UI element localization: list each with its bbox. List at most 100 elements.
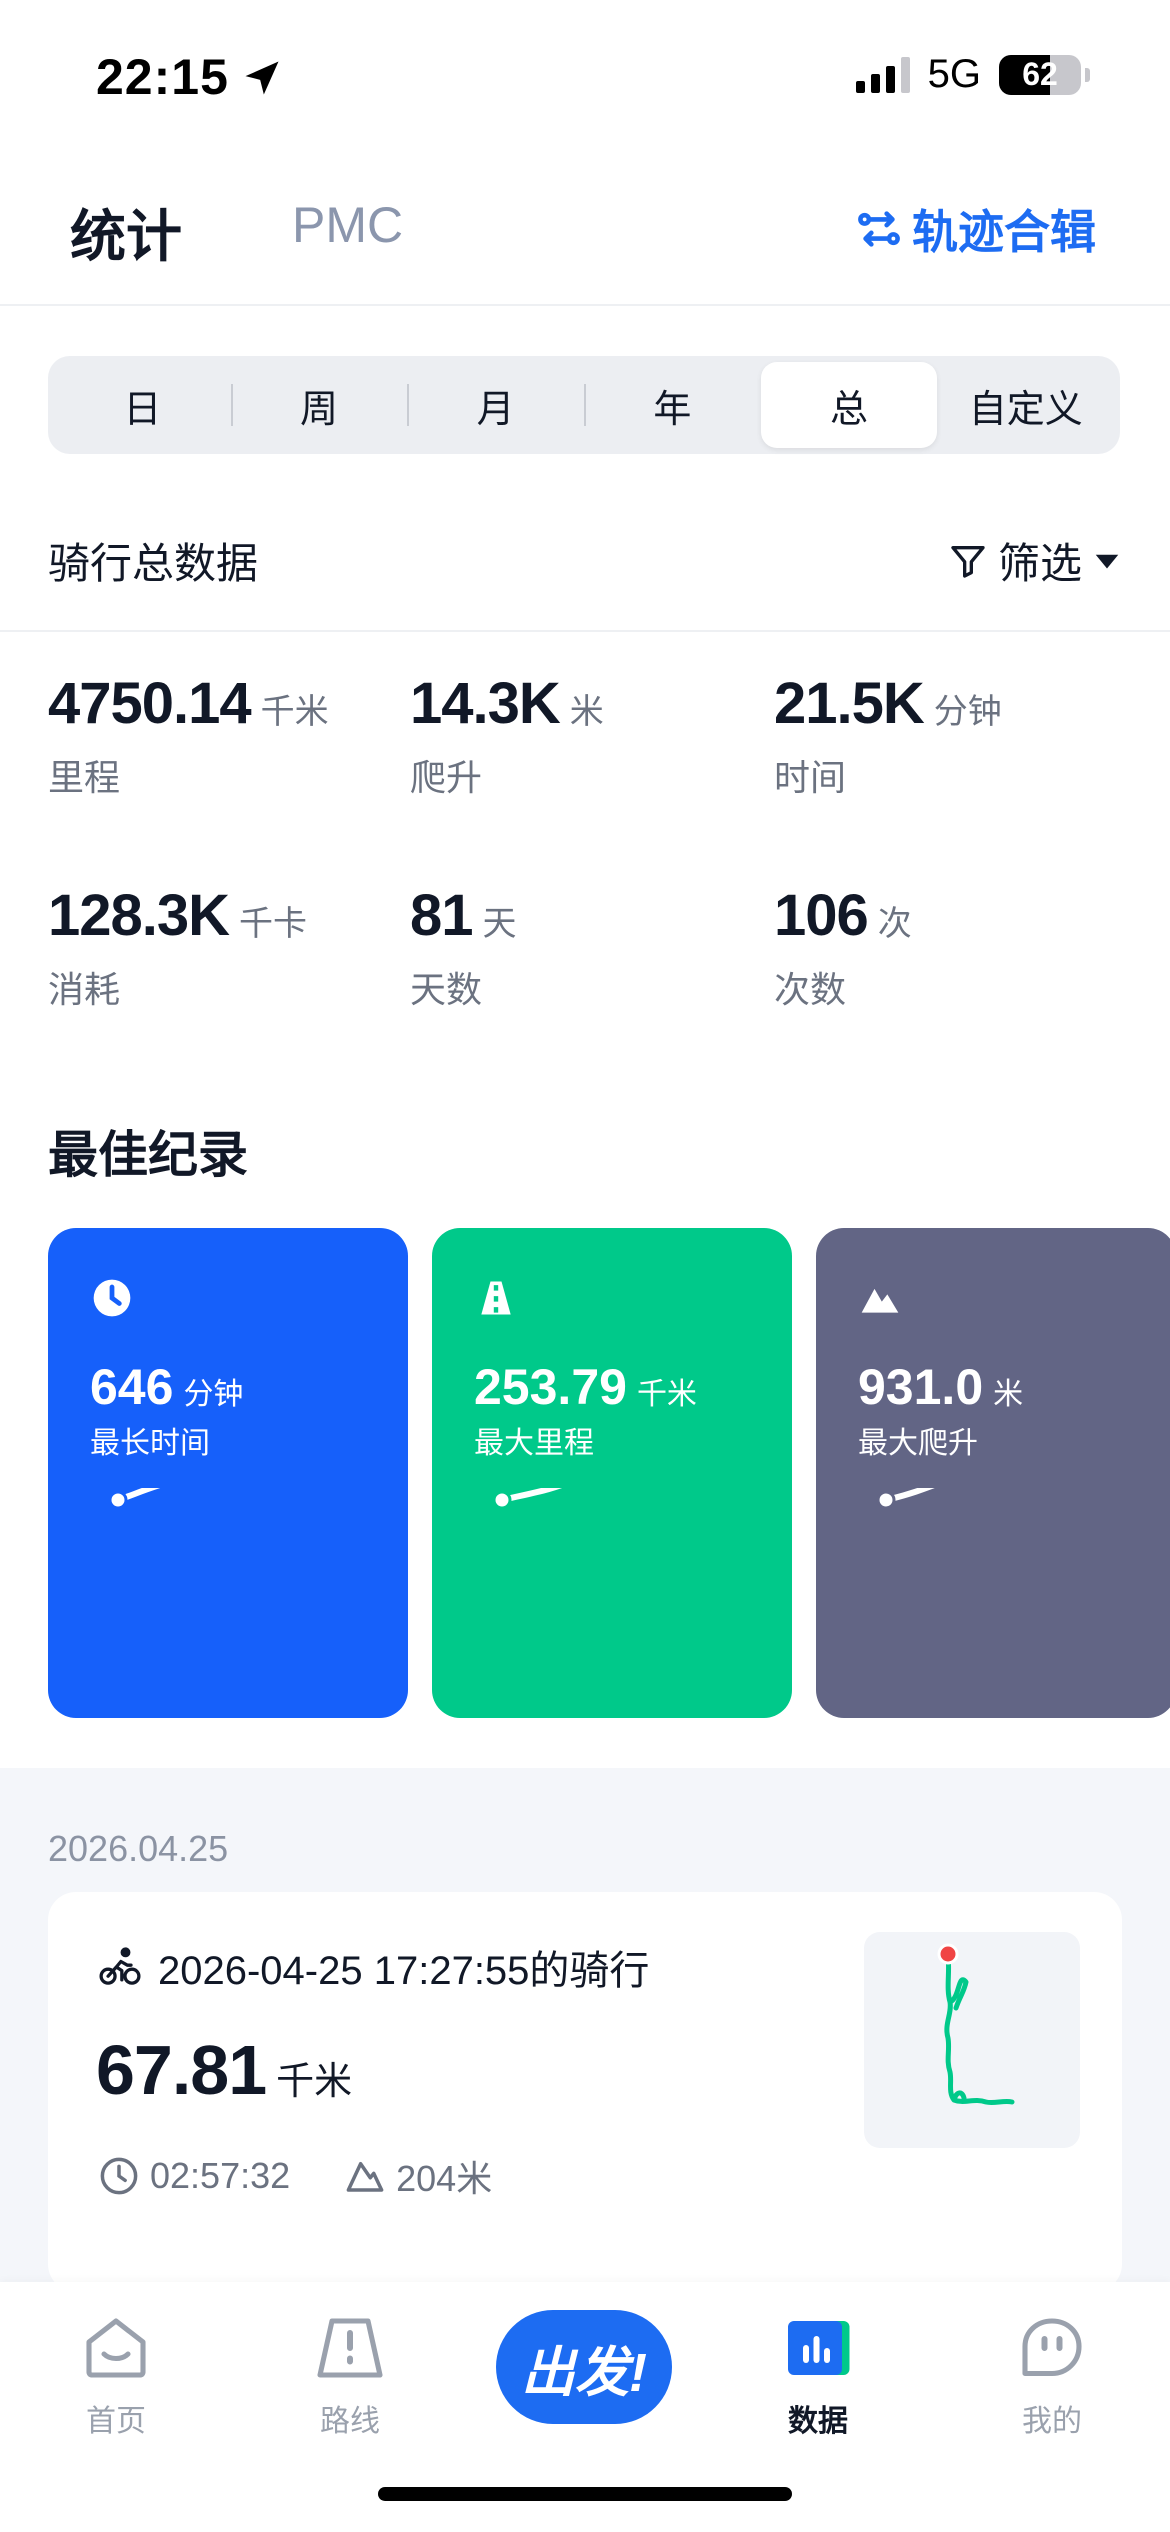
tab-pmc[interactable]: PMC (292, 196, 403, 254)
best-unit: 米 (993, 1378, 1024, 1411)
stat-value: 21.5K (774, 671, 925, 736)
stat-label: 里程 (48, 757, 121, 798)
status-bar: 22:15 5G 62 (0, 0, 1170, 150)
stat-unit: 次 (877, 905, 912, 943)
best-unit: 千米 (636, 1378, 697, 1411)
tab-data-label: 数据 (788, 2405, 848, 2438)
network-type: 5G (927, 52, 981, 96)
best-card-max-distance[interactable]: 253.79 千米 最大里程 (432, 1228, 792, 1718)
battery-icon: 62 (999, 54, 1081, 95)
activity-duration: 02:57:32 (98, 2155, 290, 2197)
clock-outline-icon (100, 2157, 138, 2195)
status-indicators: 5G 62 (855, 52, 1090, 97)
activity-title-row: 2026-04-25 17:27:55的骑行 (98, 1938, 649, 1996)
battery-level: 62 (1022, 56, 1058, 92)
stat-count: 106 次 次数 (774, 882, 1134, 1013)
best-value: 646 (90, 1359, 174, 1415)
stat-unit: 千米 (260, 693, 329, 731)
status-time: 22:15 (96, 49, 229, 105)
stat-value: 4750.14 (48, 671, 252, 736)
activity-elevation-value: 204米 (396, 2158, 493, 2199)
tab-home-label: 首页 (86, 2405, 146, 2438)
stat-unit: 千卡 (239, 905, 308, 943)
stat-distance: 4750.14 千米 里程 (48, 670, 408, 801)
activity-distance-unit: 千米 (276, 2061, 353, 2103)
home-icon (86, 2318, 146, 2378)
top-header: 统计 PMC 轨迹合辑 (0, 150, 1170, 306)
tab-mine[interactable]: 我的 (972, 2312, 1132, 2440)
best-card-max-climb[interactable]: 931.0 米 最大爬升 (816, 1228, 1170, 1718)
battery-cap (1085, 67, 1090, 82)
activity-distance-value: 67.81 (96, 2031, 267, 2109)
best-records-list: 646 分钟 最长时间 253.79 千米 最大里程 931.0 米 最大爬升 (48, 1228, 1170, 1718)
tab-route[interactable]: 路线 (270, 2312, 430, 2440)
segment-year[interactable]: 年 (584, 362, 761, 448)
activity-elevation: 204米 (344, 2150, 492, 2202)
track-collection-button[interactable]: 轨迹合辑 (856, 196, 1096, 262)
stat-value: 106 (774, 883, 869, 948)
stat-value: 14.3K (410, 671, 561, 736)
route-map-icon (937, 1943, 1015, 2106)
profile-face-icon (1022, 2318, 1082, 2377)
road-icon (481, 1281, 511, 1315)
clock-icon (93, 1279, 131, 1317)
stat-calories: 128.3K 千卡 消耗 (48, 882, 408, 1013)
best-unit: 分钟 (183, 1378, 244, 1411)
segment-day[interactable]: 日 (54, 362, 231, 448)
stat-value: 81 (410, 883, 474, 948)
best-value: 253.79 (474, 1359, 627, 1415)
swap-icon (858, 211, 900, 247)
caret-down-icon (1095, 554, 1119, 568)
cyclist-icon (99, 1947, 141, 1985)
segment-custom[interactable]: 自定义 (937, 362, 1114, 448)
tab-home[interactable]: 首页 (36, 2312, 196, 2440)
stat-climb: 14.3K 米 爬升 (410, 670, 770, 801)
stat-label: 次数 (774, 969, 847, 1010)
tab-route-label: 路线 (320, 2405, 380, 2438)
stat-unit: 米 (569, 693, 604, 731)
segment-week[interactable]: 周 (230, 362, 408, 448)
stat-unit: 天 (482, 905, 517, 943)
home-indicator (378, 2487, 792, 2501)
go-button[interactable]: 出发! (496, 2310, 672, 2424)
tab-mine-label: 我的 (1022, 2405, 1082, 2438)
trend-sparkline (876, 1488, 935, 1510)
activity-card[interactable]: 2026-04-25 17:27:55的骑行 67.81 千米 02:57:32… (48, 1892, 1122, 2292)
stat-unit: 分钟 (933, 693, 1002, 731)
segment-total[interactable]: 总 (760, 362, 938, 448)
stat-label: 天数 (410, 969, 483, 1010)
stat-value: 128.3K (48, 883, 230, 948)
mountain-outline-icon (346, 2162, 384, 2192)
summary-header: 骑行总数据 筛选 (0, 500, 1170, 632)
summary-title: 骑行总数据 (48, 540, 259, 587)
stat-label: 时间 (774, 757, 847, 798)
best-card-longest-time[interactable]: 646 分钟 最长时间 (48, 1228, 408, 1718)
stat-time: 21.5K 分钟 时间 (774, 670, 1134, 801)
mountain-icon (861, 1288, 899, 1313)
filter-button[interactable]: 筛选 (948, 530, 1122, 591)
activity-duration-value: 02:57:32 (150, 2155, 291, 2196)
cellular-signal-icon (855, 56, 910, 93)
activity-distance: 67.81 千米 (96, 2030, 352, 2110)
activity-meta: 02:57:32 204米 (98, 2150, 492, 2202)
trend-sparkline (108, 1488, 220, 1510)
route-thumbnail[interactable] (864, 1932, 1080, 2148)
stat-label: 消耗 (48, 969, 121, 1010)
stat-days: 81 天 天数 (410, 882, 770, 1013)
tab-stats[interactable]: 统计 (70, 192, 182, 273)
segment-month[interactable]: 月 (407, 362, 584, 448)
trend-sparkline (492, 1488, 580, 1510)
location-arrow-icon (245, 61, 279, 95)
best-label: 最大爬升 (858, 1427, 978, 1460)
tab-data[interactable]: 数据 (738, 2312, 898, 2440)
activity-title: 2026-04-25 17:27:55的骑行 (158, 1949, 650, 1993)
best-label: 最长时间 (90, 1427, 210, 1460)
funnel-icon (951, 545, 985, 578)
filter-label: 筛选 (997, 540, 1082, 587)
best-value: 931.0 (858, 1359, 984, 1415)
track-collection-label: 轨迹合辑 (912, 206, 1096, 258)
road-sign-icon (317, 2318, 383, 2378)
bar-chart-icon (788, 2321, 850, 2375)
best-records-title: 最佳纪录 (48, 1127, 248, 1183)
stat-label: 爬升 (410, 757, 483, 798)
